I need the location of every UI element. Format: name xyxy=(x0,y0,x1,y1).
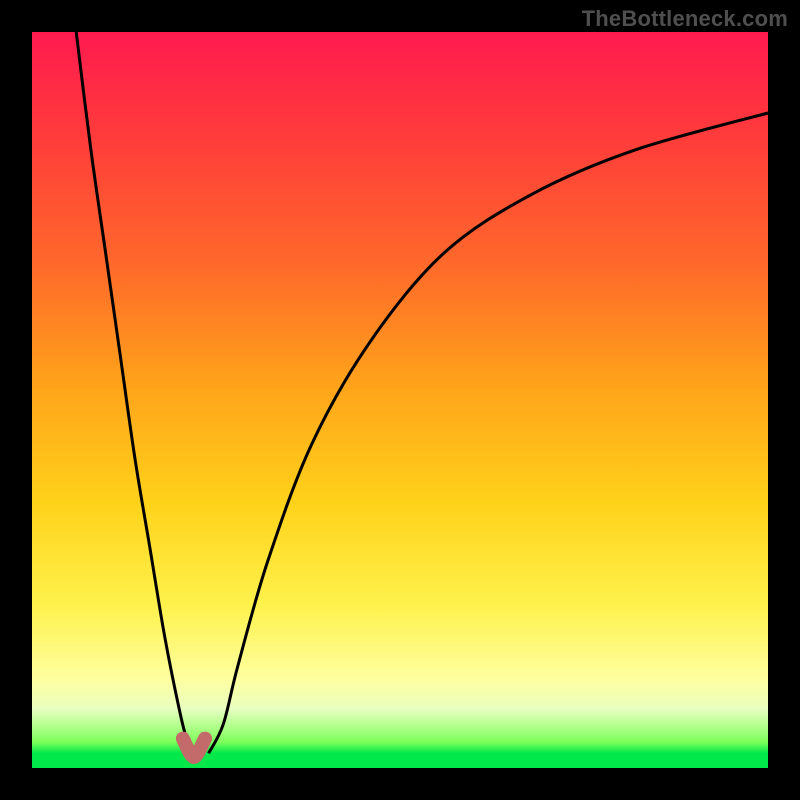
right-curve xyxy=(209,113,768,753)
plot-area xyxy=(32,32,768,768)
left-curve xyxy=(76,32,194,753)
tip-marker xyxy=(183,739,205,757)
curve-layer xyxy=(32,32,768,768)
watermark-text: TheBottleneck.com xyxy=(582,6,788,32)
outer-frame: TheBottleneck.com xyxy=(0,0,800,800)
